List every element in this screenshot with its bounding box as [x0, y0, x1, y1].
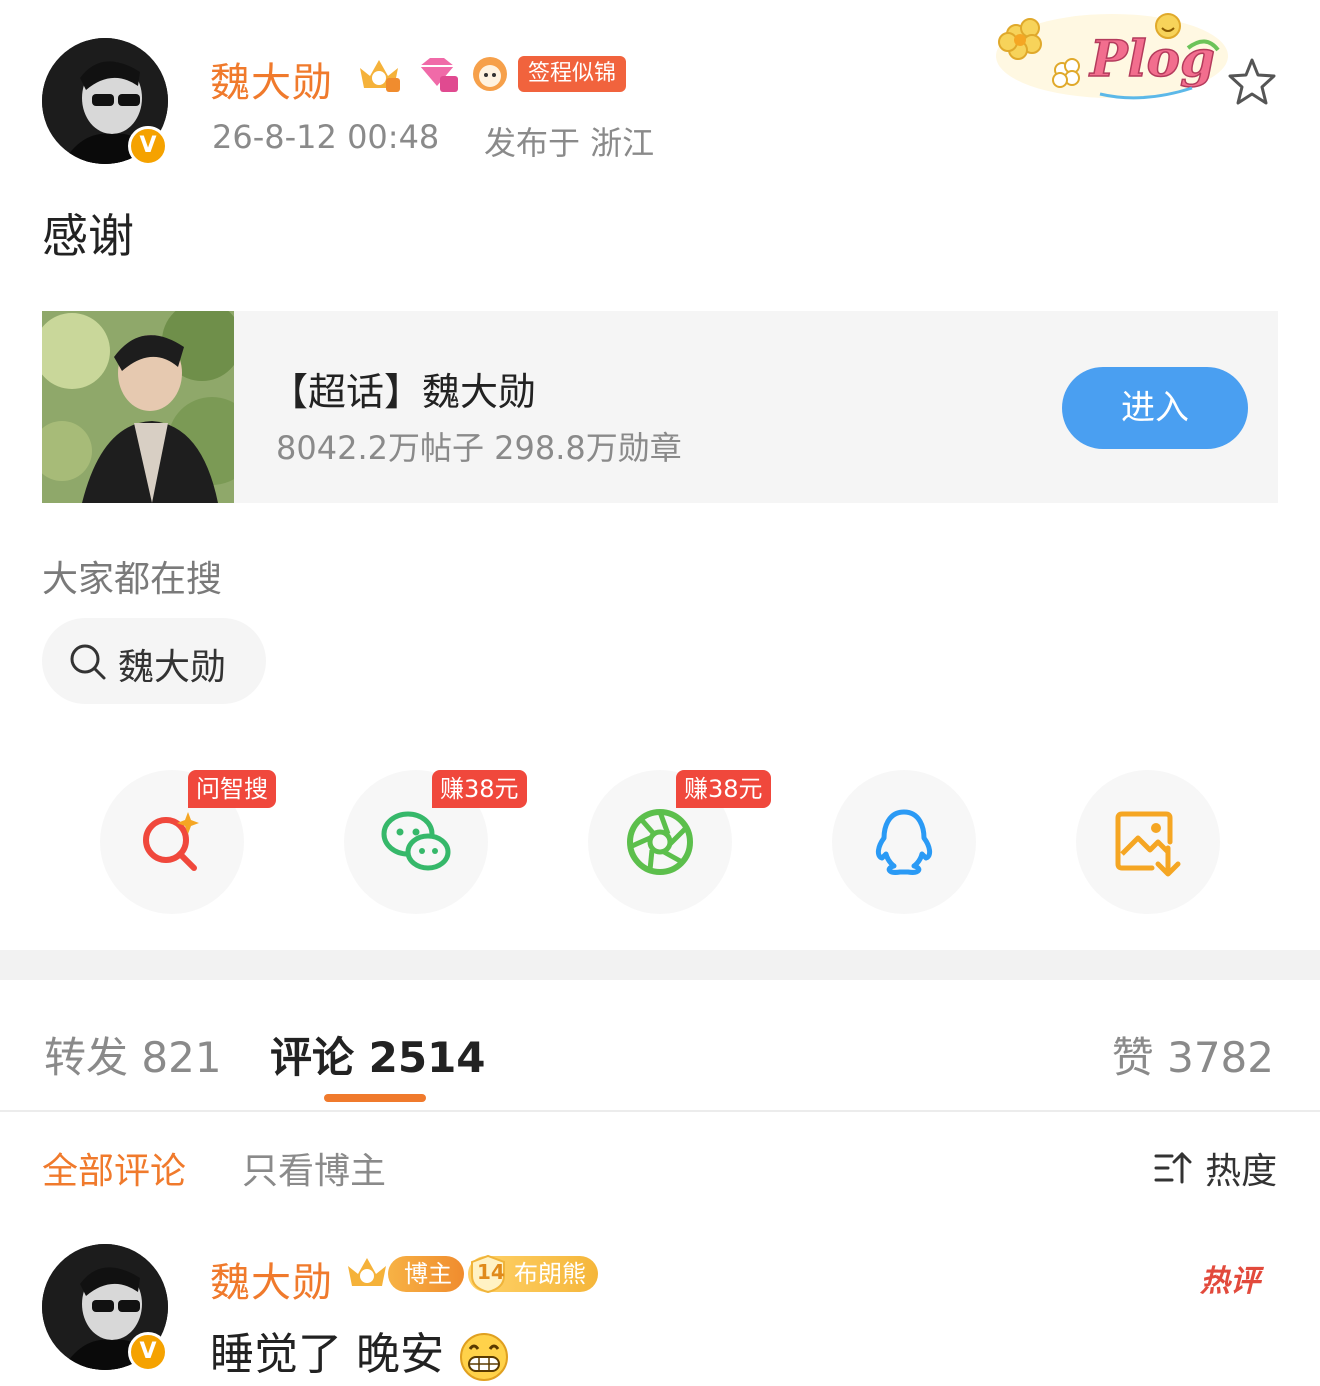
qq-icon — [875, 809, 933, 875]
diamond-level-icon — [420, 58, 458, 92]
sort-icon — [1154, 1152, 1192, 1184]
comment-verified-badge-icon: V — [128, 1332, 168, 1372]
trending-search-label: 大家都在搜 — [42, 559, 223, 600]
comment-author-name[interactable]: 魏大勋 — [210, 1250, 333, 1308]
pet-avatar-icon — [473, 57, 507, 91]
post-text: 感谢 — [42, 209, 134, 263]
tab-likes-count: 3782 — [1167, 1033, 1274, 1082]
plog-text: Plog — [1088, 29, 1215, 88]
sort-label: 热度 — [1205, 1151, 1278, 1192]
search-icon — [70, 644, 106, 680]
grin-emoji-icon — [460, 1333, 508, 1381]
plog-decoration-icon: Plog — [996, 13, 1228, 100]
crown-level-icon — [360, 60, 400, 92]
event-tag-badge: 签程似锦 — [518, 56, 627, 92]
tab-comments-count: 2514 — [368, 1033, 486, 1082]
super-topic-card[interactable]: 【超话】魏大勋 8042.2万帖子 298.8万勋章 进入 — [42, 311, 1278, 503]
tab-reposts-count: 821 — [141, 1033, 222, 1082]
hot-comment-label: 热评 — [1200, 1264, 1260, 1299]
share-moments-tag: 赚38元 — [676, 770, 771, 808]
sort-by-hot-button[interactable]: 热度 — [1154, 1142, 1277, 1194]
share-save-image-button[interactable] — [1076, 770, 1220, 914]
moments-icon — [627, 809, 693, 875]
comment-text-body: 睡觉了 晚安 — [210, 1329, 444, 1380]
save-image-icon — [1115, 811, 1181, 877]
section-divider — [0, 950, 1320, 980]
active-tab-indicator — [324, 1094, 426, 1102]
enter-button[interactable]: 进入 — [1062, 367, 1248, 449]
author-name[interactable]: 魏大勋 — [210, 50, 333, 108]
tab-comments-label: 评论 — [270, 1033, 355, 1082]
search-chip-label: 魏大勋 — [118, 647, 227, 688]
tab-likes-label: 赞 — [1111, 1033, 1154, 1082]
filter-all-comments[interactable]: 全部评论 — [42, 1142, 186, 1194]
tab-reposts[interactable]: 转发 821 — [44, 1024, 222, 1085]
super-topic-thumbnail — [42, 311, 234, 503]
post-location: 发布于 浙江 — [484, 124, 655, 162]
fan-level: 14 — [477, 1260, 505, 1284]
tab-comments[interactable]: 评论 2514 — [270, 1024, 486, 1085]
search-chip[interactable]: 魏大勋 — [42, 618, 266, 704]
comment-crown-icon — [348, 1258, 386, 1286]
super-topic-stats: 8042.2万帖子 298.8万勋章 — [276, 429, 682, 467]
post-time: 26-8-12 00:48 — [212, 118, 440, 156]
tabs-divider — [0, 1110, 1320, 1112]
wechat-icon — [381, 811, 451, 871]
host-badge: 博主 — [388, 1256, 464, 1292]
share-wechat-tag: 赚38元 — [432, 770, 527, 808]
share-qq-button[interactable] — [832, 770, 976, 914]
share-ai-search-tag: 问智搜 — [188, 770, 276, 808]
filter-author-only[interactable]: 只看博主 — [242, 1142, 386, 1194]
fan-badge: 布朗熊 14 — [468, 1254, 598, 1294]
tab-reposts-label: 转发 — [44, 1033, 129, 1082]
verified-badge-icon: V — [128, 126, 168, 166]
tab-likes[interactable]: 赞 3782 — [1112, 1024, 1274, 1085]
ai-search-icon — [143, 812, 199, 871]
comment-text: 睡觉了 晚安 — [210, 1318, 510, 1383]
favorite-star-icon[interactable] — [1226, 56, 1278, 108]
super-topic-title: 【超话】魏大勋 — [270, 370, 537, 414]
